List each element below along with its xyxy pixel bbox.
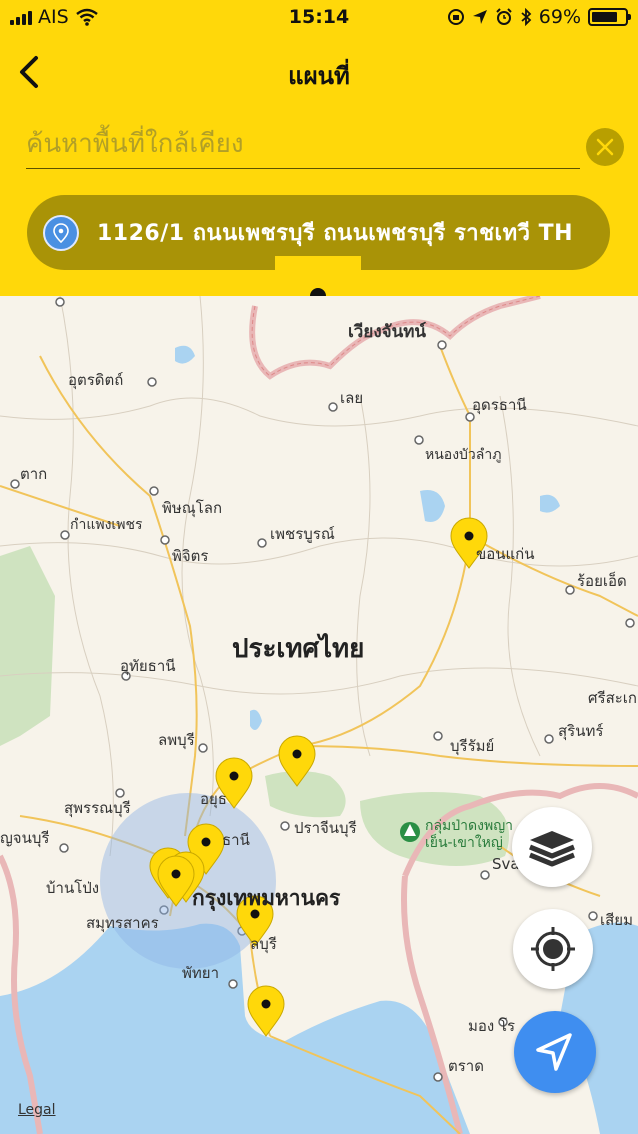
place-label: พิจิตร: [172, 547, 209, 565]
place-label: ลพบุรี: [158, 731, 195, 749]
place-label: กำแพงเพชร: [70, 517, 143, 533]
place-label: หนองบัวลำภู: [425, 447, 502, 463]
place-label: ตาก: [20, 465, 48, 483]
place-label: พัทยา: [182, 964, 219, 982]
place-label: อยุธ: [200, 790, 227, 808]
location-pin-icon: [43, 214, 79, 251]
place-label: มอง โร: [468, 1017, 516, 1035]
page-title: แผนที่: [288, 62, 350, 90]
place-label: ขอนแก่น: [476, 545, 535, 563]
place-label: เวียงจันทน์: [348, 322, 427, 342]
place-label: ลบุรี: [250, 935, 277, 953]
navigate-button[interactable]: [514, 1011, 596, 1093]
place-label: เสียม: [600, 911, 633, 929]
place-label: บ้านโป่ง: [46, 879, 100, 897]
place-label: ญจนบุรี: [0, 829, 50, 847]
alarm-icon: [496, 8, 512, 25]
place-label: ศรีสะเก: [588, 689, 637, 707]
battery-icon: [588, 8, 631, 26]
place-label: อุตรดิตถ์: [68, 371, 124, 389]
bluetooth-icon: [521, 8, 532, 26]
map-view[interactable]: เวียงจันทน์ อุตรดิตถ์ เลย อุดรธานี หนองบ…: [0, 296, 638, 1134]
place-label: ตราด: [448, 1057, 484, 1075]
search-bar: [26, 122, 580, 169]
crosshair-icon: [531, 927, 575, 971]
country-label: ประเทศไทย: [232, 634, 365, 664]
place-label: ร้อยเอ็ด: [577, 572, 627, 590]
place-label: เลย: [340, 389, 364, 407]
place-label: ปราจีนบุรี: [294, 819, 357, 837]
place-label: สุรินทร์: [558, 722, 604, 740]
clear-search-button[interactable]: [586, 128, 624, 166]
close-icon: [596, 138, 614, 156]
capital-label: กรุงเทพมหานคร: [192, 886, 341, 910]
status-bar: AIS 15:14 69%: [0, 0, 638, 36]
place-label: สมุทรสาคร: [86, 914, 159, 932]
park-label: กลุ่มป่าดงพญาเย็น-เขาใหญ่: [425, 818, 513, 851]
place-label: บุรีรัมย์: [450, 737, 495, 755]
place-label: อุดรธานี: [472, 396, 527, 414]
navigation-arrow-icon: [536, 1033, 572, 1071]
place-label: พิษณุโลก: [162, 499, 223, 517]
legal-link[interactable]: Legal: [18, 1102, 56, 1118]
place-label: เพชรบูรณ์: [270, 525, 335, 543]
location-arrow-icon: [472, 10, 487, 24]
battery-percent: 69%: [538, 6, 581, 28]
search-input[interactable]: [26, 122, 580, 166]
rotation-lock-icon: [447, 9, 464, 25]
locate-me-button[interactable]: [513, 909, 593, 989]
place-label: อุทัยธานี: [120, 657, 176, 675]
map-layers-button[interactable]: [512, 807, 592, 887]
place-label: สุพรรณบุรี: [64, 799, 131, 817]
layers-icon: [529, 831, 575, 867]
current-address: 1126/1 ถนนเพชรบุรี ถนนเพชรบุรี ราชเทวี T…: [97, 221, 574, 246]
map-base: [0, 296, 638, 1134]
place-label: ธานี: [222, 831, 250, 849]
